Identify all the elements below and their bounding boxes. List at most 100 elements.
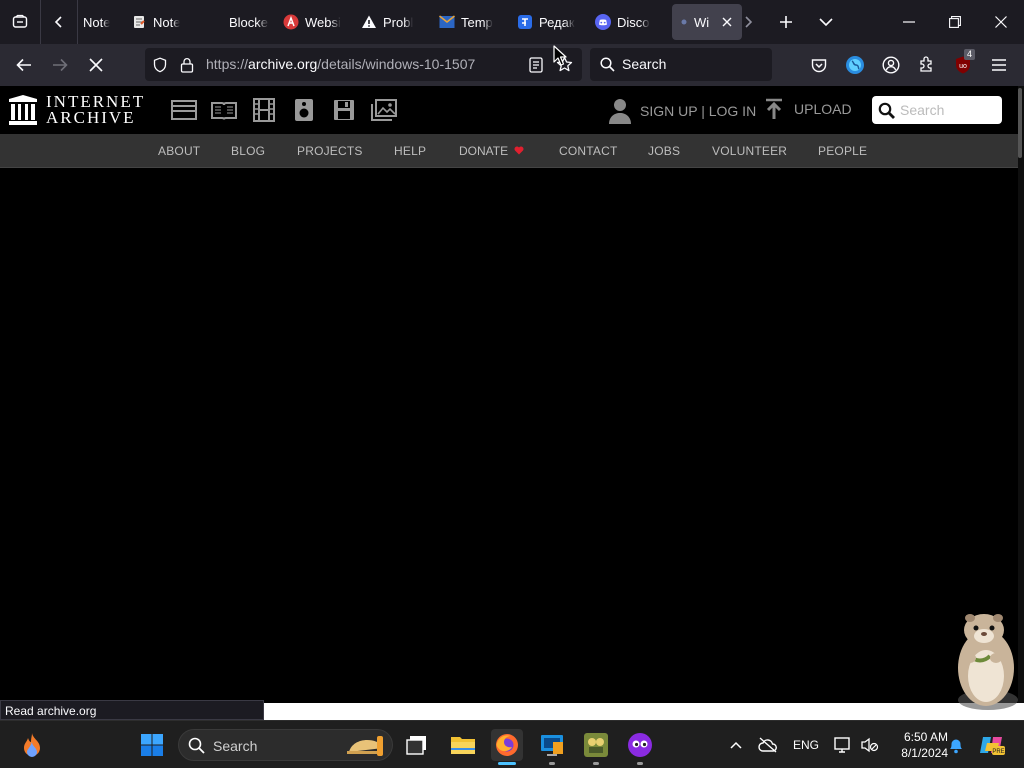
scroll-tabs-left-button[interactable] bbox=[41, 0, 77, 44]
scrollbar-thumb[interactable] bbox=[1018, 88, 1022, 158]
tab-note-2[interactable]: Note bbox=[125, 4, 199, 40]
video-button[interactable] bbox=[244, 96, 284, 124]
floppy-disk-icon bbox=[334, 100, 354, 120]
remote-desktop-icon bbox=[541, 735, 563, 756]
pocket-icon bbox=[811, 58, 827, 72]
tab-title: Редак bbox=[539, 14, 575, 30]
discord-favicon bbox=[595, 14, 611, 30]
game-app-button[interactable] bbox=[580, 729, 612, 765]
url-path: /details/windows-10-1507 bbox=[317, 56, 476, 72]
clock[interactable]: 6:50 AM 8/1/2024 bbox=[888, 729, 948, 761]
search-placeholder: Search bbox=[622, 56, 667, 72]
book-icon bbox=[211, 102, 237, 120]
nav-blog[interactable]: BLOG bbox=[231, 144, 265, 158]
list-all-tabs-button[interactable] bbox=[806, 0, 846, 44]
pocket-button[interactable] bbox=[803, 49, 835, 81]
ia-search-input[interactable]: Search bbox=[872, 96, 1002, 124]
volume-button[interactable] bbox=[854, 729, 886, 761]
start-button[interactable] bbox=[136, 729, 168, 761]
vpn-extension-button[interactable] bbox=[839, 49, 871, 81]
tab-strip: Note Note Blocked b Websi Probl Temp Ред… bbox=[0, 0, 1024, 44]
stop-loading-button[interactable] bbox=[80, 49, 112, 81]
restore-button[interactable] bbox=[932, 0, 978, 44]
upload-link[interactable]: UPLOAD bbox=[764, 98, 852, 120]
firefox-view-button[interactable] bbox=[0, 0, 40, 44]
running-indicator bbox=[593, 762, 599, 765]
show-hidden-icons-button[interactable] bbox=[720, 729, 752, 761]
nav-donate-link[interactable]: DONATE bbox=[459, 144, 524, 158]
browser-search-bar[interactable]: Search bbox=[590, 48, 772, 81]
nav-about[interactable]: ABOUT bbox=[158, 144, 200, 158]
tab-note-1[interactable]: Note bbox=[79, 4, 123, 40]
tab-title: Probl bbox=[383, 14, 414, 30]
new-tab-button[interactable] bbox=[766, 0, 806, 44]
heart-icon bbox=[514, 146, 524, 155]
svg-text:uo: uo bbox=[959, 63, 967, 70]
lock-icon[interactable] bbox=[180, 57, 194, 73]
audio-button[interactable] bbox=[284, 96, 324, 124]
nav-volunteer[interactable]: VOLUNTEER bbox=[712, 144, 787, 158]
chevron-right-icon bbox=[745, 16, 753, 28]
ia-wordmark: INTERNET ARCHIVE bbox=[46, 93, 145, 127]
tab-temp-mail[interactable]: Temp bbox=[433, 4, 509, 40]
tab-discord[interactable]: Disco bbox=[589, 4, 665, 40]
web-archive-button[interactable] bbox=[164, 96, 204, 124]
status-panel: Read archive.org bbox=[0, 700, 264, 720]
chevron-down-icon bbox=[819, 18, 833, 27]
ia-logo-line2: ARCHIVE bbox=[46, 108, 136, 127]
back-button[interactable] bbox=[8, 49, 40, 81]
page-content-area bbox=[0, 168, 1018, 703]
url-host: archive.org bbox=[248, 56, 318, 72]
shield-icon[interactable] bbox=[152, 57, 168, 73]
ia-logo-link[interactable]: INTERNET ARCHIVE bbox=[8, 93, 145, 127]
clock-date: 8/1/2024 bbox=[901, 746, 948, 760]
arrow-left-icon bbox=[16, 58, 31, 72]
onedrive-status-button[interactable] bbox=[752, 729, 784, 761]
url-bar[interactable]: https://archive.org/details/windows-10-1… bbox=[145, 48, 582, 81]
tab-problem[interactable]: Probl bbox=[355, 4, 431, 40]
file-explorer-button[interactable] bbox=[447, 729, 479, 761]
task-view-icon bbox=[406, 736, 426, 755]
globe-extension-icon bbox=[846, 56, 864, 74]
nav-contact[interactable]: CONTACT bbox=[559, 144, 618, 158]
purple-app-button[interactable] bbox=[624, 729, 656, 765]
nav-projects[interactable]: PROJECTS bbox=[297, 144, 363, 158]
nav-help[interactable]: HELP bbox=[394, 144, 426, 158]
cloud-offline-icon bbox=[758, 737, 777, 753]
task-view-button[interactable] bbox=[401, 729, 433, 761]
taskbar-search-box[interactable]: Search bbox=[178, 729, 393, 761]
blocked-favicon bbox=[207, 14, 223, 30]
extensions-button[interactable] bbox=[911, 49, 943, 81]
notifications-button[interactable] bbox=[940, 729, 972, 761]
copilot-button[interactable]: PRE bbox=[976, 729, 1008, 761]
minimize-button[interactable] bbox=[886, 0, 932, 44]
widgets-button[interactable] bbox=[16, 729, 48, 761]
sign-up-login-link[interactable]: SIGN UP | LOG IN bbox=[608, 98, 756, 124]
nav-people[interactable]: PEOPLE bbox=[818, 144, 867, 158]
app-menu-button[interactable] bbox=[983, 49, 1015, 81]
tab-blocked[interactable]: Blocked b bbox=[201, 4, 275, 40]
software-button[interactable] bbox=[324, 96, 364, 124]
url-text[interactable]: https://archive.org/details/windows-10-1… bbox=[206, 56, 475, 72]
images-button[interactable] bbox=[364, 96, 404, 124]
ublock-button[interactable]: uo 4 bbox=[947, 49, 979, 81]
speaker-muted-icon bbox=[861, 737, 879, 753]
firefox-taskbar-button[interactable] bbox=[491, 729, 523, 765]
close-window-button[interactable] bbox=[978, 0, 1024, 44]
tab-title: Note bbox=[153, 14, 181, 30]
folder-icon bbox=[451, 737, 475, 754]
nav-jobs[interactable]: JOBS bbox=[648, 144, 680, 158]
tab-editor[interactable]: Редак bbox=[511, 4, 587, 40]
upload-icon bbox=[766, 98, 782, 119]
reader-view-icon[interactable] bbox=[529, 57, 543, 73]
taskbar-search-placeholder: Search bbox=[213, 738, 258, 754]
search-icon bbox=[878, 102, 895, 119]
remote-app-button[interactable] bbox=[536, 729, 568, 765]
tab-website[interactable]: Websi bbox=[277, 4, 353, 40]
forward-button[interactable] bbox=[44, 49, 76, 81]
language-indicator[interactable]: ENG bbox=[793, 738, 819, 752]
texts-button[interactable] bbox=[204, 96, 244, 124]
account-button[interactable] bbox=[875, 49, 907, 81]
scroll-tabs-right-button[interactable] bbox=[730, 0, 766, 44]
plus-icon bbox=[780, 16, 792, 28]
